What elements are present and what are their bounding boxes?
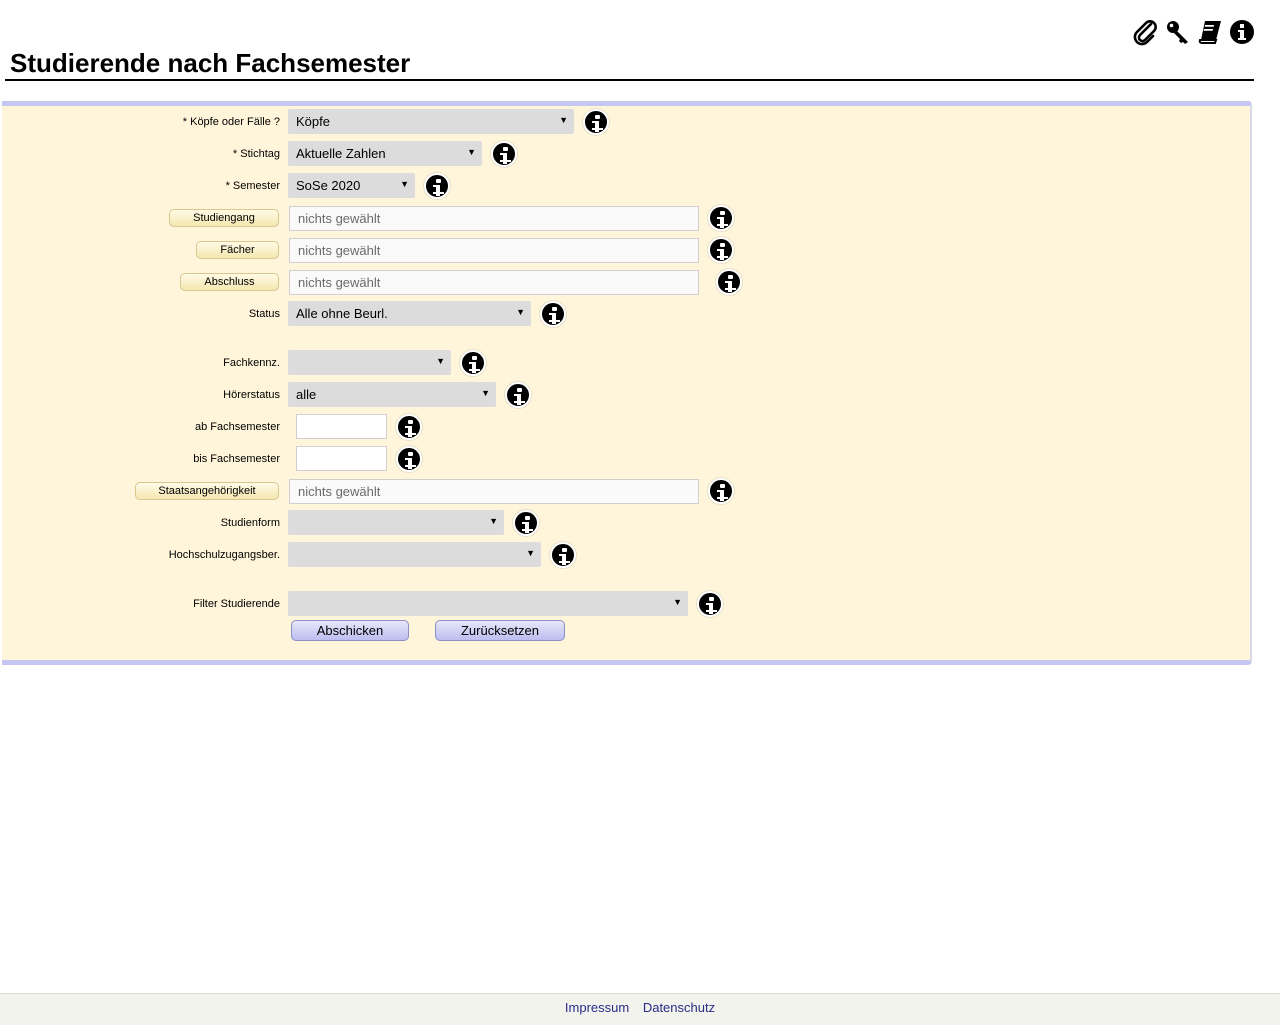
- abschluss-button[interactable]: Abschluss: [180, 273, 279, 291]
- chevron-down-icon: ▼: [467, 147, 476, 157]
- info-icon[interactable]: [491, 141, 517, 167]
- row-bis-fachsemester: bis Fachsemester: [2, 446, 1242, 472]
- query-form: * Köpfe oder Fälle ? Köpfe ▼ * Stichtag …: [2, 101, 1252, 665]
- datenschutz-link[interactable]: Datenschutz: [643, 1000, 715, 1015]
- row-status: Status Alle ohne Beurl. ▼: [2, 301, 1242, 327]
- row-koepfe: * Köpfe oder Fälle ? Köpfe ▼: [2, 109, 1242, 135]
- row-semester: * Semester SoSe 2020 ▼: [2, 173, 1242, 199]
- info-icon[interactable]: [550, 542, 576, 568]
- info-icon[interactable]: [513, 510, 539, 536]
- semester-value: SoSe 2020: [296, 178, 361, 193]
- status-label: Status: [248, 308, 280, 320]
- koepfe-value: Köpfe: [296, 114, 330, 129]
- row-ab-fachsemester: ab Fachsemester: [2, 414, 1242, 440]
- fachkennz-label: Fachkennz.: [223, 357, 280, 369]
- info-icon[interactable]: [697, 591, 723, 617]
- toolbar: [1133, 18, 1255, 46]
- info-icon[interactable]: [583, 109, 609, 135]
- book-icon[interactable]: [1197, 18, 1223, 46]
- paperclip-icon[interactable]: [1133, 18, 1159, 46]
- filter-select[interactable]: ▼: [288, 591, 688, 616]
- hoererstatus-label: Hörerstatus: [223, 389, 280, 401]
- studiengang-button[interactable]: Studiengang: [169, 209, 279, 227]
- status-select[interactable]: Alle ohne Beurl. ▼: [288, 301, 531, 326]
- chevron-down-icon: ▼: [559, 115, 568, 125]
- page-title: Studierende nach Fachsemester: [5, 46, 1254, 81]
- chevron-down-icon: ▼: [436, 356, 445, 366]
- ab-fachsemester-input[interactable]: [296, 414, 387, 439]
- chevron-down-icon: ▼: [400, 179, 409, 189]
- info-icon[interactable]: [505, 382, 531, 408]
- chevron-down-icon: ▼: [489, 516, 498, 526]
- info-icon[interactable]: [716, 269, 742, 295]
- impressum-link[interactable]: Impressum: [565, 1000, 629, 1015]
- submit-button[interactable]: Abschicken: [291, 620, 409, 641]
- studienform-label: Studienform: [220, 517, 280, 529]
- chevron-down-icon: ▼: [526, 548, 535, 558]
- info-icon[interactable]: [708, 237, 734, 263]
- row-faecher: Fächer: [2, 237, 1242, 263]
- koepfe-label: * Köpfe oder Fälle ?: [182, 116, 280, 128]
- row-studiengang: Studiengang: [2, 205, 1242, 231]
- row-hoererstatus: Hörerstatus alle ▼: [2, 382, 1242, 408]
- info-icon[interactable]: [396, 446, 422, 472]
- info-icon[interactable]: [1229, 18, 1255, 46]
- row-filter: Filter Studierende ▼: [2, 591, 1242, 617]
- studienform-select[interactable]: ▼: [288, 510, 504, 535]
- chevron-down-icon: ▼: [481, 388, 490, 398]
- info-icon[interactable]: [708, 205, 734, 231]
- status-value: Alle ohne Beurl.: [296, 306, 388, 321]
- footer: Impressum Datenschutz: [0, 993, 1280, 1025]
- row-staatsangehoerigkeit: Staatsangehörigkeit: [2, 478, 1242, 504]
- ab-fachsemester-label: ab Fachsemester: [195, 421, 280, 433]
- bis-fachsemester-label: bis Fachsemester: [193, 453, 280, 465]
- studiengang-field[interactable]: [289, 206, 699, 231]
- faecher-field[interactable]: [289, 238, 699, 263]
- filter-label: Filter Studierende: [193, 598, 280, 610]
- koepfe-select[interactable]: Köpfe ▼: [288, 109, 574, 134]
- info-icon[interactable]: [424, 173, 450, 199]
- info-icon[interactable]: [708, 478, 734, 504]
- stichtag-value: Aktuelle Zahlen: [296, 146, 386, 161]
- row-fachkennz: Fachkennz. ▼: [2, 350, 1242, 376]
- hochschulzugang-label: Hochschulzugangsber.: [168, 549, 280, 561]
- info-icon[interactable]: [396, 414, 422, 440]
- info-icon[interactable]: [540, 301, 566, 327]
- reset-button[interactable]: Zurücksetzen: [435, 620, 565, 641]
- stichtag-label: * Stichtag: [232, 148, 280, 160]
- key-icon[interactable]: [1165, 18, 1191, 46]
- hoererstatus-select[interactable]: alle ▼: [288, 382, 496, 407]
- chevron-down-icon: ▼: [516, 307, 525, 317]
- row-abschluss: Abschluss: [2, 269, 1242, 295]
- bis-fachsemester-input[interactable]: [296, 446, 387, 471]
- info-icon[interactable]: [460, 350, 486, 376]
- stichtag-select[interactable]: Aktuelle Zahlen ▼: [288, 141, 482, 166]
- abschluss-field[interactable]: [289, 270, 699, 295]
- faecher-button[interactable]: Fächer: [196, 241, 279, 259]
- chevron-down-icon: ▼: [673, 597, 682, 607]
- hochschulzugang-select[interactable]: ▼: [288, 542, 541, 567]
- row-studienform: Studienform ▼: [2, 510, 1242, 536]
- semester-label: * Semester: [225, 180, 280, 192]
- semester-select[interactable]: SoSe 2020 ▼: [288, 173, 415, 198]
- hoererstatus-value: alle: [296, 387, 317, 402]
- staatsangehoerigkeit-button[interactable]: Staatsangehörigkeit: [135, 482, 279, 500]
- row-stichtag: * Stichtag Aktuelle Zahlen ▼: [2, 141, 1242, 167]
- fachkennz-select[interactable]: ▼: [288, 350, 451, 375]
- staatsangehoerigkeit-field[interactable]: [289, 479, 699, 504]
- row-hochschulzugang: Hochschulzugangsber. ▼: [2, 542, 1242, 568]
